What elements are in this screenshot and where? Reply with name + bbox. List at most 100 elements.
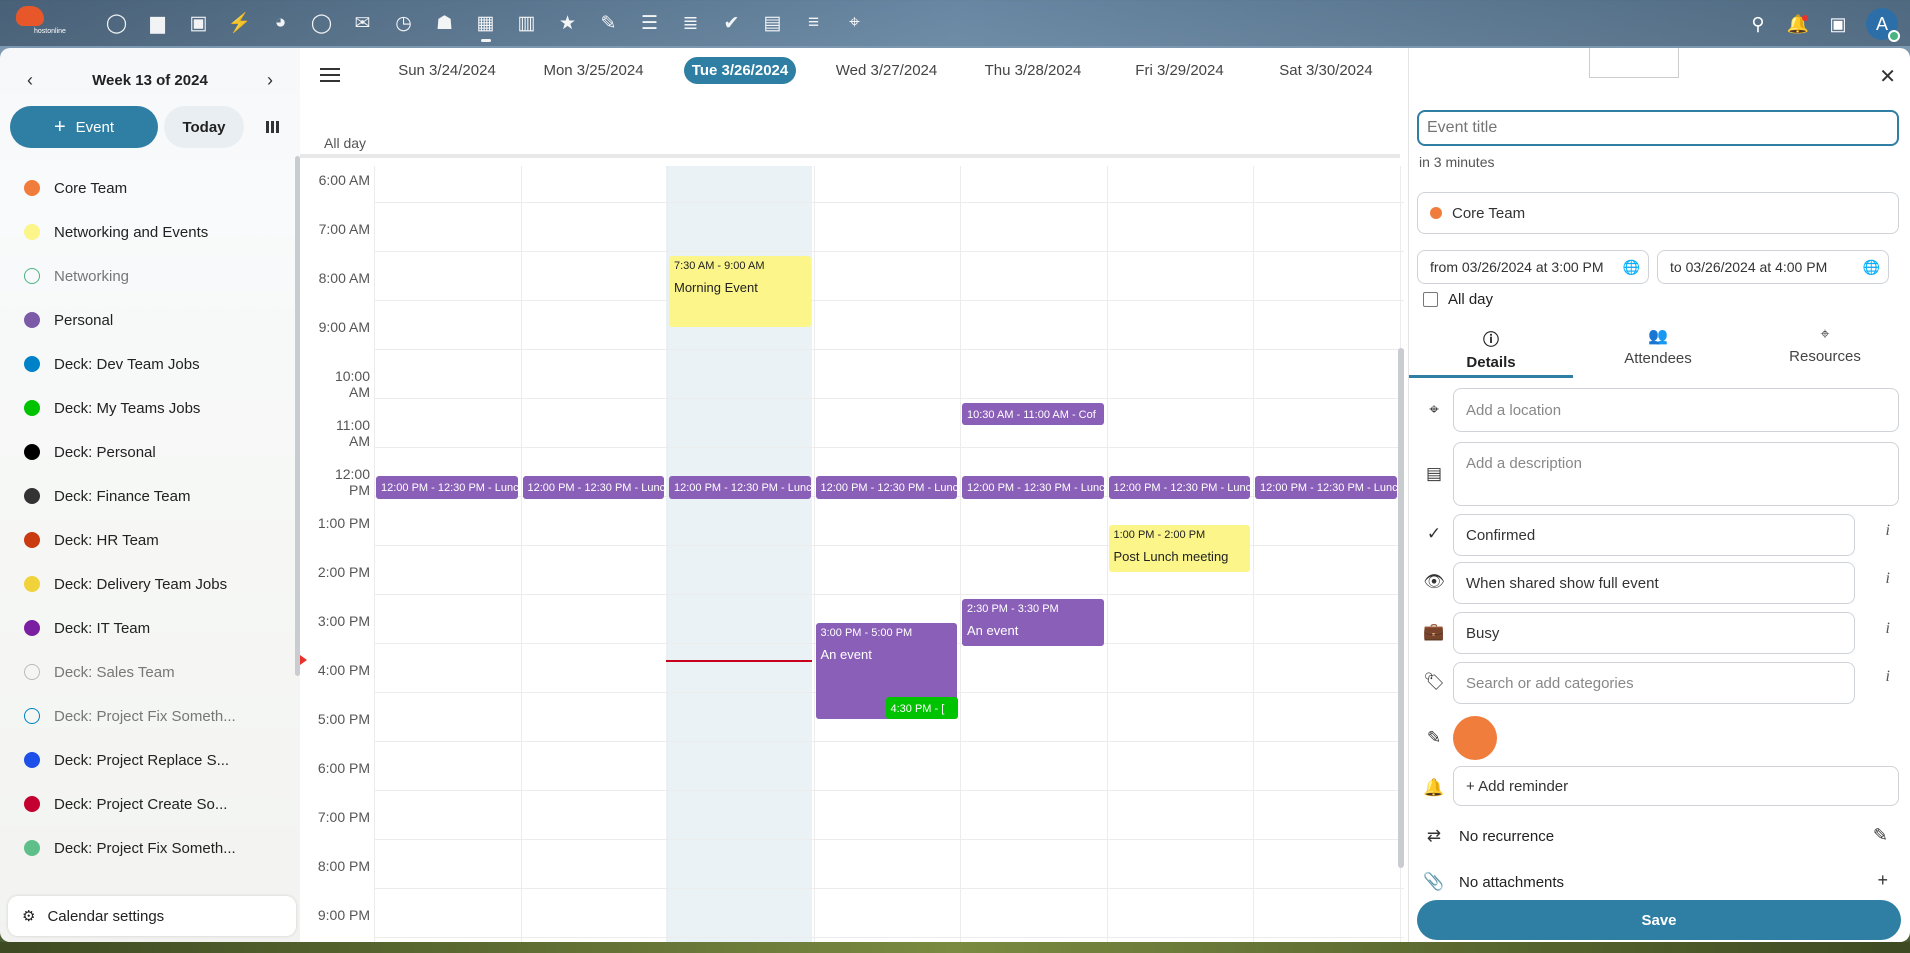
day-header[interactable]: Sun 3/24/2024 bbox=[374, 62, 520, 79]
chat-icon[interactable]: ◯ bbox=[301, 10, 342, 36]
calendar-list-item[interactable]: Networking bbox=[0, 254, 292, 298]
mail-icon[interactable]: ✉ bbox=[342, 10, 383, 36]
day-header[interactable]: Wed 3/27/2024 bbox=[814, 62, 960, 79]
calendar-color-dot[interactable] bbox=[24, 312, 40, 328]
new-event-button[interactable]: + Event bbox=[10, 106, 158, 148]
activity-icon[interactable]: ⚡ bbox=[219, 10, 260, 36]
calendar-event[interactable]: 1:00 PM - 2:00 PM Post Lunch meeting bbox=[1108, 525, 1250, 572]
calendar-color-dot[interactable] bbox=[24, 268, 40, 284]
calendar-color-dot[interactable] bbox=[24, 224, 40, 240]
calendar-list-item[interactable]: Personal bbox=[0, 298, 292, 342]
next-week-icon[interactable]: › bbox=[252, 62, 288, 98]
calendar-event[interactable]: 4:30 PM - [ bbox=[885, 696, 958, 719]
calendar-list-item[interactable]: Deck: Project Create So... bbox=[0, 782, 292, 826]
calendar-color-dot[interactable] bbox=[24, 532, 40, 548]
calendar-event[interactable]: 7:30 AM - 9:00 AM Morning Event bbox=[669, 255, 811, 327]
text-icon[interactable]: ≡ bbox=[793, 10, 834, 36]
calendar-list-item[interactable]: Deck: Sales Team bbox=[0, 650, 292, 694]
analytics-icon[interactable]: ▥ bbox=[506, 10, 547, 36]
talk-icon[interactable]: ◕ bbox=[260, 10, 301, 36]
calendar-color-dot[interactable] bbox=[24, 708, 40, 724]
event-color-button[interactable] bbox=[1453, 716, 1497, 760]
contacts-icon[interactable]: ☗ bbox=[424, 10, 465, 36]
logo[interactable]: hostonline bbox=[12, 4, 72, 38]
day-header[interactable]: Mon 3/25/2024 bbox=[521, 62, 667, 79]
calendar-event[interactable]: 2:30 PM - 3:30 PM An event bbox=[962, 598, 1104, 646]
visibility-select[interactable]: When shared show full event bbox=[1453, 562, 1855, 604]
calendar-color-dot[interactable] bbox=[24, 620, 40, 636]
search-icon[interactable]: ⚲ bbox=[1738, 9, 1778, 39]
calendar-color-dot[interactable] bbox=[24, 752, 40, 768]
dashboard-icon[interactable]: ◯ bbox=[96, 10, 137, 36]
calendar-list-item[interactable]: Deck: My Teams Jobs bbox=[0, 386, 292, 430]
calendar-list-item[interactable]: Core Team bbox=[0, 166, 292, 210]
files-icon[interactable]: ▆ bbox=[137, 10, 178, 36]
calendar-list-item[interactable]: Deck: HR Team bbox=[0, 518, 292, 562]
calendar-event[interactable]: 12:00 PM - 12:30 PM - Lunc bbox=[1108, 476, 1250, 499]
calendar-color-dot[interactable] bbox=[24, 664, 40, 680]
description-input[interactable]: Add a description bbox=[1453, 442, 1899, 506]
add-reminder-button[interactable]: + Add reminder bbox=[1453, 766, 1899, 806]
tab-details[interactable]: ⓘ Details bbox=[1409, 318, 1573, 378]
list-icon[interactable]: ≣ bbox=[670, 10, 711, 36]
clock-icon[interactable]: ◷ bbox=[383, 10, 424, 36]
day-header[interactable]: Fri 3/29/2024 bbox=[1107, 62, 1253, 79]
view-switcher-icon[interactable] bbox=[252, 106, 292, 148]
calendar-list-item[interactable]: Deck: Personal bbox=[0, 430, 292, 474]
save-button[interactable]: Save bbox=[1417, 900, 1901, 940]
day-header[interactable]: Sat 3/30/2024 bbox=[1253, 62, 1399, 79]
calendar-color-dot[interactable] bbox=[24, 488, 40, 504]
calendar-color-dot[interactable] bbox=[24, 444, 40, 460]
calendar-list-item[interactable]: Deck: Delivery Team Jobs bbox=[0, 562, 292, 606]
all-day-checkbox[interactable] bbox=[1423, 292, 1438, 307]
busy-select[interactable]: Busy bbox=[1453, 612, 1855, 654]
calendar-event[interactable]: 12:00 PM - 12:30 PM - Lunc bbox=[1255, 476, 1397, 499]
calendar-event[interactable]: 12:00 PM - 12:30 PM - Lunc bbox=[522, 476, 664, 499]
calendar-color-dot[interactable] bbox=[24, 400, 40, 416]
calendar-list-item[interactable]: Deck: Finance Team bbox=[0, 474, 292, 518]
previous-week-icon[interactable]: ‹ bbox=[12, 62, 48, 98]
event-title-input[interactable] bbox=[1417, 110, 1899, 146]
start-datetime-field[interactable]: from 03/26/2024 at 3:00 PM 🌐 bbox=[1417, 250, 1649, 284]
calendar-color-dot[interactable] bbox=[24, 840, 40, 856]
busy-info-icon[interactable]: i bbox=[1886, 620, 1890, 638]
calendar-list-item[interactable]: Deck: IT Team bbox=[0, 606, 292, 650]
close-icon[interactable]: ✕ bbox=[1879, 64, 1896, 89]
calendar-event[interactable]: 10:30 AM - 11:00 AM - Cof bbox=[962, 402, 1104, 425]
calendar-list-item[interactable]: Deck: Project Replace S... bbox=[0, 738, 292, 782]
timezone-globe-icon[interactable]: 🌐 bbox=[1623, 259, 1640, 276]
calendar-color-dot[interactable] bbox=[24, 356, 40, 372]
time-grid[interactable]: 6:00 AM 7:00 AM 8:00 AM 9:00 AM 10:00 AM 11:0… bbox=[300, 166, 1408, 942]
week-label[interactable]: Week 13 of 2024 bbox=[92, 72, 208, 89]
notifications-icon[interactable]: 🔔 bbox=[1778, 9, 1818, 39]
location-input[interactable]: Add a location bbox=[1453, 388, 1899, 432]
visibility-info-icon[interactable]: i bbox=[1886, 570, 1890, 588]
pencil-icon[interactable]: ✎ bbox=[588, 10, 629, 36]
stack-icon[interactable]: ☰ bbox=[629, 10, 670, 36]
tab-resources[interactable]: ⌖ Resources bbox=[1743, 318, 1907, 378]
calendar-scrollbar[interactable] bbox=[1398, 348, 1404, 868]
photos-icon[interactable]: ▣ bbox=[178, 10, 219, 36]
map-pin-icon[interactable]: ⌖ bbox=[834, 10, 875, 36]
calendar-color-dot[interactable] bbox=[24, 796, 40, 812]
calendar-event[interactable]: 12:00 PM - 12:30 PM - Lunc bbox=[815, 476, 957, 499]
calendar-list-item[interactable]: Deck: Project Fix Someth... bbox=[0, 826, 292, 870]
all-day-checkbox-row[interactable]: All day bbox=[1423, 291, 1493, 308]
toggle-sidebar-icon[interactable] bbox=[320, 68, 340, 84]
end-datetime-field[interactable]: to 03/26/2024 at 4:00 PM 🌐 bbox=[1657, 250, 1889, 284]
star-icon[interactable]: ★ bbox=[547, 10, 588, 36]
status-info-icon[interactable]: i bbox=[1886, 522, 1890, 540]
calendar-color-dot[interactable] bbox=[24, 576, 40, 592]
categories-input[interactable]: Search or add categories bbox=[1453, 662, 1855, 704]
day-header[interactable]: Thu 3/28/2024 bbox=[960, 62, 1106, 79]
today-button[interactable]: Today bbox=[164, 106, 244, 148]
calendar-color-dot[interactable] bbox=[24, 180, 40, 196]
check-icon[interactable]: ✔ bbox=[711, 10, 752, 36]
tab-attendees[interactable]: 👥 Attendees bbox=[1576, 318, 1740, 378]
calendar-settings-button[interactable]: ⚙ Calendar settings bbox=[8, 896, 296, 936]
calendar-icon[interactable]: ▦ bbox=[465, 10, 506, 42]
edit-recurrence-icon[interactable]: ✎ bbox=[1873, 825, 1888, 846]
calendar-event[interactable]: 12:00 PM - 12:30 PM - Lunc bbox=[962, 476, 1104, 499]
calendar-event[interactable]: 12:00 PM - 12:30 PM - Lunc bbox=[376, 476, 518, 499]
calendar-list-item[interactable]: Networking and Events bbox=[0, 210, 292, 254]
